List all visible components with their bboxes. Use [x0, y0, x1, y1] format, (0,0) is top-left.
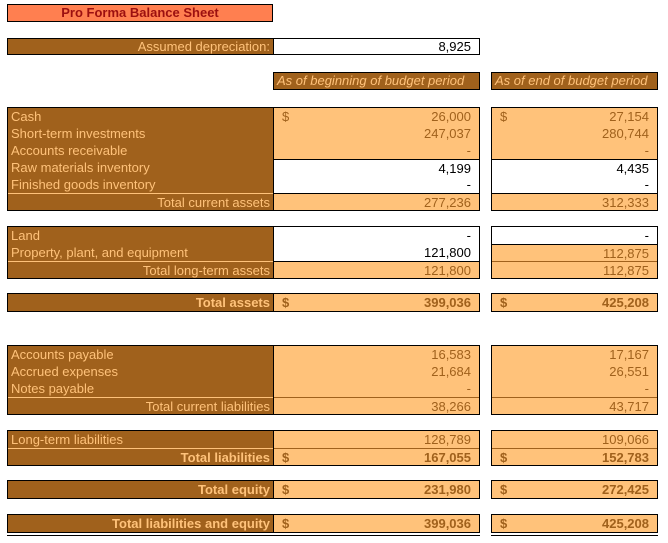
- current-assets-labels: Cash Short-term investments Accounts rec…: [7, 107, 273, 211]
- cell-ltl-begin[interactable]: 128,789: [274, 431, 479, 448]
- cell-total-equity-begin[interactable]: $231,980: [274, 481, 479, 498]
- currency-symbol: $: [282, 482, 290, 497]
- cell-total-current-assets-end[interactable]: 312,333: [492, 193, 657, 210]
- liabilities-begin: 128,789 $167,055: [273, 430, 480, 466]
- cell-sti-end[interactable]: 280,744: [492, 125, 657, 142]
- row-label-total-liabilities-equity: Total liabilities and equity: [112, 516, 270, 531]
- current-assets-end: $27,154 280,744 - 4,435 - 312,333: [491, 107, 658, 211]
- cell-sti-begin[interactable]: 247,037: [274, 125, 479, 142]
- total-equity-label-box: Total equity: [7, 480, 273, 499]
- cell-cash-begin[interactable]: $26,000: [274, 108, 479, 125]
- liabilities-end: 109,066 $152,783: [491, 430, 658, 466]
- current-liabilities-labels: Accounts payable Accrued expenses Notes …: [7, 345, 273, 415]
- cell-finished-end[interactable]: -: [492, 176, 657, 193]
- cell-total-liabilities-begin[interactable]: $167,055: [274, 448, 479, 465]
- cell-ppe-end[interactable]: 112,875: [492, 244, 657, 261]
- currency-symbol: $: [500, 295, 508, 310]
- cell-ar-end[interactable]: -: [492, 142, 657, 159]
- cell-land-end[interactable]: -: [492, 227, 657, 244]
- row-label-total-liabilities: Total liabilities: [8, 448, 273, 465]
- cell-finished-begin[interactable]: -: [274, 176, 479, 193]
- depreciation-input[interactable]: 8,925: [273, 38, 480, 55]
- total-equity-begin-box: $231,980: [273, 480, 480, 499]
- cell-total-current-assets-begin[interactable]: 277,236: [274, 193, 479, 210]
- row-label-total-current-liabilities: Total current liabilities: [8, 397, 273, 414]
- currency-symbol: $: [500, 516, 508, 531]
- cell-notes-end[interactable]: -: [492, 380, 657, 397]
- total-le-end-box: $425,208: [491, 514, 658, 533]
- row-label-short-term-investments: Short-term investments: [11, 126, 146, 141]
- total-assets-begin-box: $399,036: [273, 293, 480, 312]
- row-label-total-long-term-assets: Total long-term assets: [8, 261, 273, 278]
- row-label-cash: Cash: [11, 109, 42, 124]
- total-le-label-box: Total liabilities and equity: [7, 514, 273, 533]
- cell-ap-end[interactable]: 17,167: [492, 346, 657, 363]
- currency-symbol: $: [282, 516, 290, 531]
- currency-symbol: $: [282, 450, 290, 465]
- current-liabilities-end: 17,167 26,551 - 43,717: [491, 345, 658, 415]
- total-equity-end-box: $272,425: [491, 480, 658, 499]
- cell-notes-begin[interactable]: -: [274, 380, 479, 397]
- cell-ltl-end[interactable]: 109,066: [492, 431, 657, 448]
- cell-raw-end[interactable]: 4,435: [492, 159, 657, 176]
- double-underline-begin: [7, 533, 480, 536]
- row-label-raw-materials: Raw materials inventory: [11, 160, 150, 175]
- cell-total-assets-begin[interactable]: $399,036: [274, 294, 479, 311]
- depreciation-label: Assumed depreciation:: [7, 38, 273, 55]
- sheet-title: Pro Forma Balance Sheet: [7, 4, 273, 22]
- row-label-total-equity: Total equity: [198, 482, 270, 497]
- cell-total-assets-end[interactable]: $425,208: [492, 294, 657, 311]
- cell-total-cl-begin[interactable]: 38,266: [274, 397, 479, 414]
- row-label-accounts-receivable: Accounts receivable: [11, 143, 128, 158]
- currency-symbol: $: [500, 109, 508, 124]
- currency-symbol: $: [500, 450, 508, 465]
- cell-ppe-begin[interactable]: 121,800: [274, 244, 479, 261]
- total-assets-label-box: Total assets: [7, 293, 273, 312]
- current-assets-begin: $26,000 247,037 - 4,199 - 277,236: [273, 107, 480, 211]
- total-assets-end-box: $425,208: [491, 293, 658, 312]
- cell-accrued-begin[interactable]: 21,684: [274, 363, 479, 380]
- cell-total-le-end[interactable]: $425,208: [492, 515, 657, 532]
- long-term-assets-end: - 112,875 112,875: [491, 226, 658, 279]
- cell-raw-begin[interactable]: 4,199: [274, 159, 479, 176]
- row-label-total-assets: Total assets: [195, 295, 270, 310]
- cell-total-lta-begin[interactable]: 121,800: [274, 261, 479, 278]
- row-label-accrued-expenses: Accrued expenses: [11, 364, 118, 379]
- currency-symbol: $: [500, 482, 508, 497]
- row-label-ppe: Property, plant, and equipment: [11, 245, 188, 260]
- cell-land-begin[interactable]: -: [274, 227, 479, 244]
- currency-symbol: $: [282, 295, 290, 310]
- cell-ar-begin[interactable]: -: [274, 142, 479, 159]
- long-term-assets-begin: - 121,800 121,800: [273, 226, 480, 279]
- cell-total-equity-end[interactable]: $272,425: [492, 481, 657, 498]
- cell-total-le-begin[interactable]: $399,036: [274, 515, 479, 532]
- row-label-accounts-payable: Accounts payable: [11, 347, 114, 362]
- column-header-end: As of end of budget period: [491, 72, 658, 90]
- row-label-total-current-assets: Total current assets: [8, 193, 273, 210]
- cell-accrued-end[interactable]: 26,551: [492, 363, 657, 380]
- column-header-begin: As of beginning of budget period: [273, 72, 480, 90]
- cell-cash-end[interactable]: $27,154: [492, 108, 657, 125]
- cell-total-cl-end[interactable]: 43,717: [492, 397, 657, 414]
- row-label-long-term-liabilities: Long-term liabilities: [11, 432, 123, 447]
- long-term-assets-labels: Land Property, plant, and equipment Tota…: [7, 226, 273, 279]
- cell-total-lta-end[interactable]: 112,875: [492, 261, 657, 278]
- currency-symbol: $: [282, 109, 290, 124]
- cell-total-liabilities-end[interactable]: $152,783: [492, 448, 657, 465]
- row-label-notes-payable: Notes payable: [11, 381, 95, 396]
- cell-ap-begin[interactable]: 16,583: [274, 346, 479, 363]
- liabilities-labels: Long-term liabilities Total liabilities: [7, 430, 273, 466]
- row-label-land: Land: [11, 228, 40, 243]
- current-liabilities-begin: 16,583 21,684 - 38,266: [273, 345, 480, 415]
- double-underline-end: [491, 533, 658, 536]
- total-le-begin-box: $399,036: [273, 514, 480, 533]
- row-label-finished-goods: Finished goods inventory: [11, 177, 156, 192]
